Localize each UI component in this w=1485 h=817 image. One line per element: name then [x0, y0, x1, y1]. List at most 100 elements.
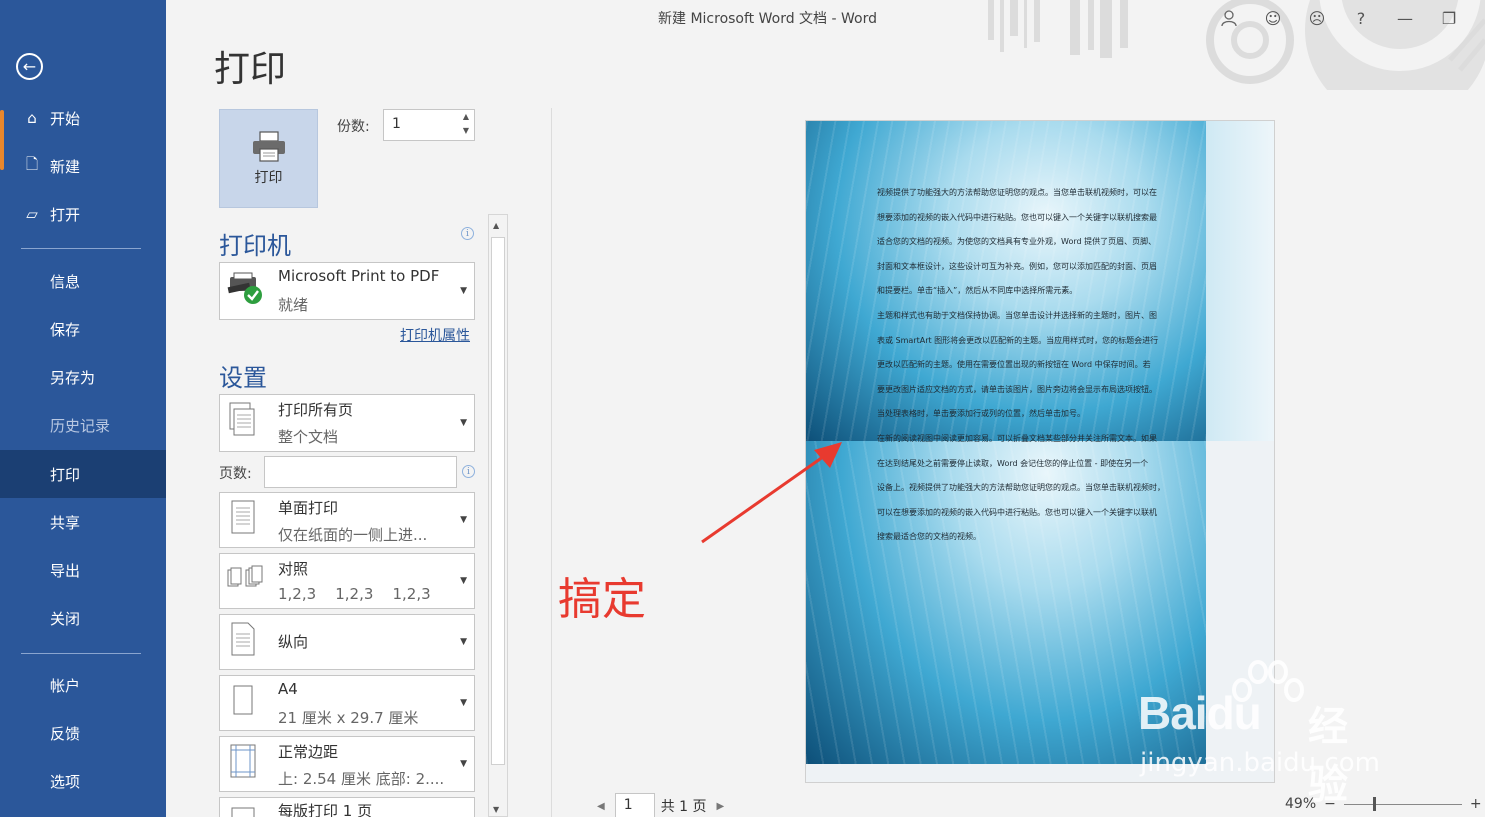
page-title: 打印: [214, 49, 287, 90]
preview-text: 视频提供了功能强大的方法帮助您证明您的观点。当您单击联机视频时，可以在 想要添加…: [877, 181, 1207, 550]
orientation-select[interactable]: 纵向 ▼: [219, 614, 475, 670]
minimize-icon[interactable]: —: [1383, 6, 1427, 30]
printer-properties-link[interactable]: 打印机属性: [400, 325, 470, 345]
setting-line1: 打印所有页: [278, 401, 354, 419]
printer-ready-icon: [226, 271, 266, 311]
spin-up-icon[interactable]: ▲: [463, 112, 469, 121]
chevron-down-icon: ▼: [460, 286, 467, 296]
copies-stepper[interactable]: 1 ▲ ▼: [383, 109, 475, 141]
sidebar-item-label: 共享: [50, 513, 81, 532]
account-icon[interactable]: [1207, 6, 1251, 30]
zoom-out-button[interactable]: −: [1324, 796, 1336, 812]
watermark-url: jingyan.baidu.com: [1140, 748, 1380, 778]
sidebar-item-share[interactable]: 共享: [0, 498, 166, 546]
pages-per-sheet-select[interactable]: 每版打印 1 页: [219, 797, 475, 817]
backstage-sidebar: ← ⌂ 开始 🗋 新建 ▱ 打开 信息 保存 另存为 历史记录 打印 共享 导出…: [0, 0, 166, 817]
folder-open-icon: ▱: [26, 205, 38, 223]
smile-icon[interactable]: ☺: [1251, 6, 1295, 30]
zoom-slider-thumb[interactable]: [1372, 796, 1376, 811]
margins-icon: [226, 742, 260, 786]
print-button-label: 打印: [254, 169, 283, 186]
setting-line1: 每版打印 1 页: [278, 802, 373, 817]
sidebar-item-label: 打开: [50, 205, 81, 224]
spin-down-icon[interactable]: ▼: [463, 126, 469, 135]
settings-scrollbar[interactable]: ▲ ▼: [488, 214, 508, 817]
setting-line2: 整个文档: [278, 428, 339, 446]
frown-icon[interactable]: ☹: [1295, 6, 1339, 30]
scroll-down-icon[interactable]: ▼: [493, 805, 499, 814]
printer-name: Microsoft Print to PDF: [278, 267, 440, 285]
preview-line: 主题和样式也有助于文档保持协调。当您单击设计并选择新的主题时，图片、图: [877, 310, 1157, 320]
annotation-text: 搞定: [558, 574, 646, 625]
collate-select[interactable]: 对照 1,2,3 1,2,3 1,2,3 ▼: [219, 553, 475, 609]
preview-line: 和提要栏。单击“插入”，然后从不同库中选择所需元素。: [877, 286, 1078, 296]
page-number-value: 1: [623, 797, 633, 813]
sidebar-item-info[interactable]: 信息: [0, 257, 166, 305]
sidebar-item-home[interactable]: ⌂ 开始: [0, 94, 166, 142]
sidebar-item-close[interactable]: 关闭: [0, 594, 166, 642]
page-number-input[interactable]: 1: [614, 793, 655, 817]
chevron-down-icon: ▼: [460, 576, 467, 586]
sidebar-item-open[interactable]: ▱ 打开: [0, 190, 166, 238]
copies-value: 1: [392, 116, 401, 132]
zoom-level: 49%: [1285, 796, 1317, 812]
chevron-down-icon: ▼: [460, 698, 467, 708]
scroll-thumb[interactable]: [491, 237, 505, 765]
preview-line: 封面和文本框设计，这些设计可互为补充。例如，您可以添加匹配的封面、页眉: [877, 261, 1157, 271]
sidebar-item-new[interactable]: 🗋 新建: [0, 142, 166, 190]
sidebar-item-label: 选项: [50, 772, 81, 791]
margins-select[interactable]: 正常边距 上: 2.54 厘米 底部: 2.... ▼: [219, 736, 475, 792]
sidebar-item-label: 导出: [50, 561, 81, 580]
preview-line: 适合您的文档的视频。为使您的文档具有专业外观，Word 提供了页眉、页脚、: [877, 237, 1157, 247]
sidebar-divider: [21, 653, 141, 654]
info-icon[interactable]: i: [462, 465, 475, 478]
prev-page-icon[interactable]: ◀: [597, 801, 605, 812]
settings-section-title: 设置: [219, 364, 267, 392]
back-arrow-icon[interactable]: ←: [16, 53, 43, 80]
sidebar-item-label: 帐户: [50, 676, 81, 695]
zoom-in-button[interactable]: +: [1470, 796, 1482, 812]
print-range-select[interactable]: 打印所有页 整个文档 ▼: [219, 394, 475, 452]
sidebar-item-label: 反馈: [50, 724, 81, 743]
sidebar-item-print[interactable]: 打印: [0, 450, 166, 498]
setting-line2: 仅在纸面的一侧上进...: [278, 526, 428, 544]
preview-line: 设备上。视频提供了功能强大的方法帮助您证明您的观点。当您单击联机视频时，: [877, 483, 1165, 493]
next-page-icon[interactable]: ▶: [717, 801, 725, 812]
restore-icon[interactable]: ❐: [1427, 6, 1471, 30]
sidebar-item-feedback[interactable]: 反馈: [0, 709, 166, 757]
setting-line1: 正常边距: [278, 743, 339, 761]
printer-icon: [252, 130, 285, 162]
preview-line: 表或 SmartArt 图形将会更改以匹配新的主题。当应用样式时，您的标题会进行: [877, 335, 1159, 345]
printer-select[interactable]: Microsoft Print to PDF 就绪 ▼: [219, 262, 475, 320]
sidebar-item-history[interactable]: 历史记录: [0, 401, 166, 449]
zoom-slider[interactable]: [1343, 796, 1462, 811]
watermark-brand: Baidu: [1138, 687, 1262, 739]
pages-per-sheet-icon: [226, 804, 260, 817]
scroll-up-icon[interactable]: ▲: [493, 221, 499, 230]
setting-line2: 上: 2.54 厘米 底部: 2....: [278, 770, 445, 788]
new-doc-icon: 🗋: [25, 154, 39, 173]
chevron-down-icon: ▼: [460, 418, 467, 428]
sides-select[interactable]: 单面打印 仅在纸面的一侧上进... ▼: [219, 492, 475, 548]
pages-field[interactable]: [264, 456, 457, 488]
sidebar-item-account[interactable]: 帐户: [0, 661, 166, 709]
info-icon[interactable]: i: [461, 227, 474, 240]
one-sided-icon: [226, 498, 260, 542]
zoom-control: 49% − +: [1285, 796, 1482, 812]
panel-divider: [551, 108, 552, 817]
sidebar-item-options[interactable]: 选项: [0, 757, 166, 805]
sidebar-item-save[interactable]: 保存: [0, 305, 166, 353]
printer-section-title: 打印机: [219, 232, 291, 260]
chevron-down-icon: ▼: [460, 515, 467, 525]
print-button[interactable]: 打印: [219, 109, 318, 208]
paper-size-select[interactable]: A4 21 厘米 x 29.7 厘米 ▼: [219, 675, 475, 731]
sidebar-item-label: 新建: [50, 157, 81, 176]
sidebar-item-label: 关闭: [50, 609, 81, 628]
copies-label: 份数:: [337, 119, 370, 135]
sidebar-item-label: 另存为: [50, 368, 96, 387]
help-icon[interactable]: ?: [1339, 6, 1383, 30]
paper-icon: [226, 681, 260, 725]
sidebar-item-export[interactable]: 导出: [0, 546, 166, 594]
sidebar-item-save-as[interactable]: 另存为: [0, 353, 166, 401]
chevron-down-icon: ▼: [460, 759, 467, 769]
